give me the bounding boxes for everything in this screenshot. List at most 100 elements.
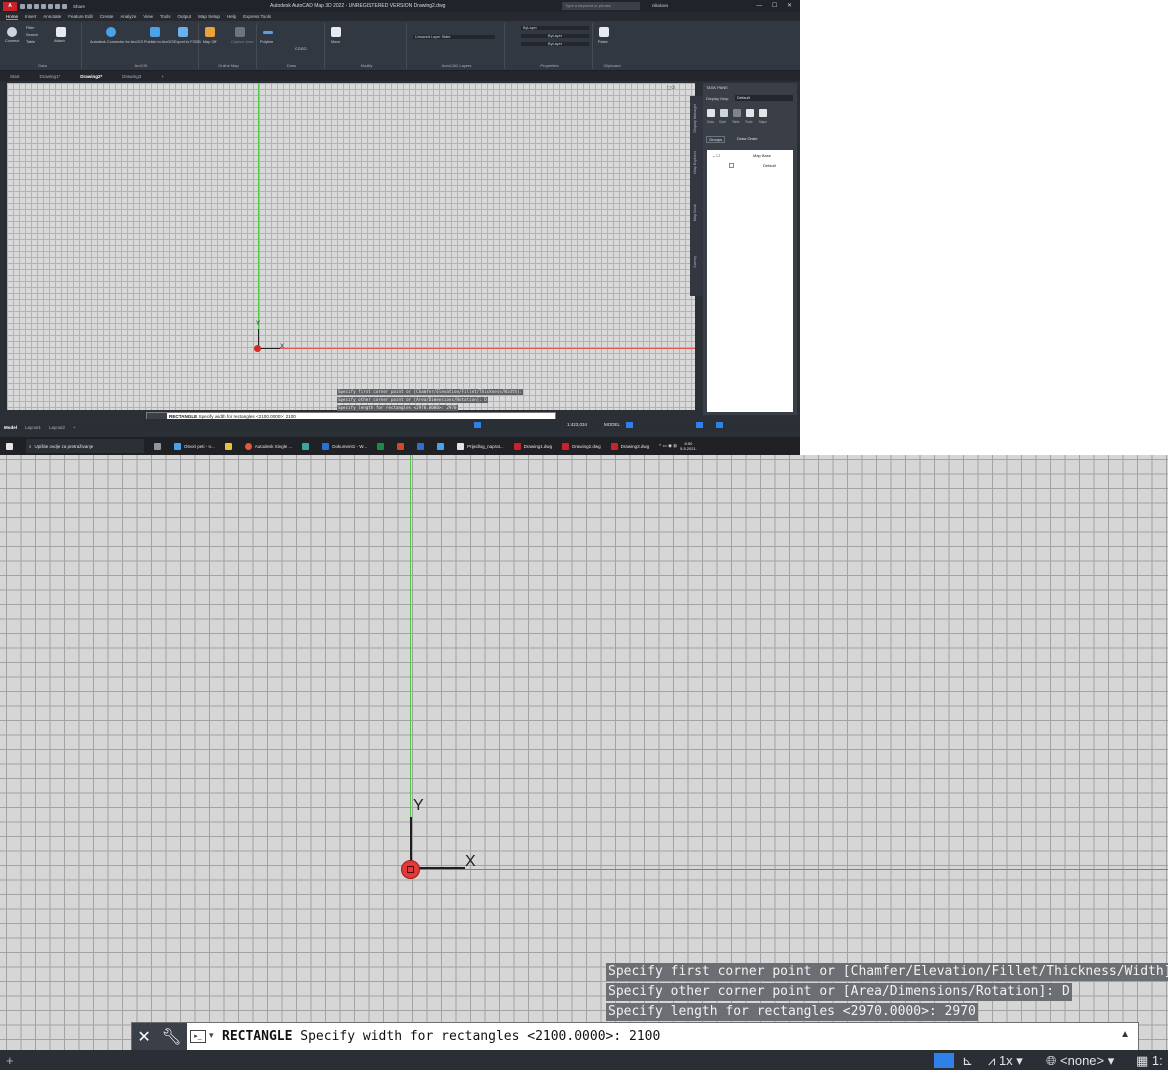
publish-arcgis-button[interactable]: Publish to ArcGIS <box>144 40 174 44</box>
drawing-canvas-overview[interactable]: Y X ◻⊙ <box>7 83 695 410</box>
linetype-dropdown[interactable]: ByLayer <box>521 42 589 46</box>
scale-readout[interactable]: 1:423,034 <box>567 422 587 427</box>
taskbar-app-5[interactable]: Drawing1.dwg <box>513 442 552 450</box>
arcgis-connector-icon[interactable] <box>106 27 116 37</box>
add-layout-icon[interactable]: + <box>6 1053 14 1068</box>
groups-button[interactable]: Groups <box>706 136 726 143</box>
arcgis-connector-button[interactable]: Autodesk Connector for ArcGIS <box>90 40 143 44</box>
new-icon[interactable] <box>20 3 25 9</box>
table-tool-icon[interactable] <box>733 109 741 117</box>
polyline-icon[interactable] <box>263 31 273 34</box>
polar-toggle-icon[interactable] <box>716 422 723 428</box>
calculator-icon[interactable] <box>302 442 312 450</box>
maps-tool-icon[interactable] <box>759 109 767 117</box>
drawing-canvas-zoomed[interactable]: Y X Specify first corner point or [Chamf… <box>0 455 1168 1070</box>
tab-model[interactable]: Model <box>0 425 21 430</box>
undo-icon[interactable] <box>55 3 60 9</box>
annotation-scale[interactable]: ⩘ 1x ▾ <box>988 1053 1023 1069</box>
side-tab-display-manager[interactable]: Display Manager <box>693 104 697 133</box>
tab-drawing1[interactable]: Drawing1* <box>30 74 71 79</box>
task-view-icon[interactable] <box>154 442 164 450</box>
add-layout-icon[interactable]: + <box>69 425 80 430</box>
filter-button[interactable]: Filter <box>26 26 34 30</box>
connect-button[interactable]: Connect <box>5 39 19 43</box>
outlook-icon[interactable] <box>417 442 427 450</box>
redo-icon[interactable] <box>62 3 67 9</box>
snap-toggle-icon[interactable] <box>626 422 633 428</box>
user-account[interactable]: nikolavs <box>652 3 668 8</box>
ortho-toggle-icon[interactable] <box>696 422 703 428</box>
layer-state-dropdown[interactable]: Unsaved Layer State <box>413 35 495 39</box>
search-button[interactable]: Search <box>26 33 38 37</box>
command-recent-icon[interactable]: ▸_ <box>190 1030 206 1043</box>
save-icon[interactable] <box>34 3 39 9</box>
command-line[interactable]: ✕ 🔧︎ ▸_ ▾ RECTANGLE Specify width for re… <box>131 1022 1139 1052</box>
capture-area-icon[interactable] <box>235 27 245 37</box>
windows-start-icon[interactable] <box>6 442 16 450</box>
command-dropdown-icon[interactable]: ▾ <box>209 1030 214 1041</box>
tab-analyze[interactable]: Analyze <box>120 14 136 19</box>
close-icon[interactable]: ✕ <box>137 1027 150 1047</box>
window-controls[interactable]: — ☐ ✕ <box>756 2 796 9</box>
connect-icon[interactable] <box>7 27 17 37</box>
powerpoint-icon[interactable] <box>397 442 407 450</box>
tree-expand-icon[interactable]: ⌄ ☐ <box>712 153 720 158</box>
tab-tools[interactable]: Tools <box>160 14 171 19</box>
polyline-button[interactable]: Polyline <box>260 40 273 44</box>
help-search-input[interactable]: Type a keyword or phrase <box>562 2 640 10</box>
taskbar-app-1[interactable]: Otvori peti - n... <box>174 442 215 450</box>
taskbar-app-2[interactable]: Autodesk Single ... <box>244 442 292 450</box>
attach-button[interactable]: Attach <box>54 39 65 43</box>
cogo-button[interactable]: COGO <box>295 47 307 51</box>
share-button[interactable]: Share <box>73 4 85 9</box>
move-icon[interactable] <box>331 27 341 37</box>
new-tab-icon[interactable]: + <box>151 74 174 79</box>
customize-wrench-icon[interactable]: 🔧︎ <box>161 1027 181 1047</box>
lineweight-dropdown[interactable]: ByLayer <box>521 34 589 38</box>
tools-tool-icon[interactable] <box>746 109 754 117</box>
taskbar-app-7[interactable]: Drawing3.dwg <box>610 442 649 450</box>
attach-icon[interactable] <box>56 27 66 37</box>
tab-create[interactable]: Create <box>100 14 114 19</box>
color-dropdown[interactable]: ByLayer <box>521 26 589 30</box>
model-space-toggle[interactable]: MODEL <box>604 422 620 427</box>
taskbar-clock[interactable]: 8:50 5.5.2021. <box>680 441 697 451</box>
data-tool-icon[interactable] <box>707 109 715 117</box>
command-input-value[interactable]: 2100 <box>629 1029 660 1044</box>
tab-feature-edit[interactable]: Feature Edit <box>68 14 93 19</box>
map-off-icon[interactable] <box>205 27 215 37</box>
autocad-logo-icon[interactable]: A <box>3 1 17 11</box>
tab-view[interactable]: View <box>143 14 153 19</box>
system-tray-icons[interactable]: ^ ▭ ◉ ◍ <box>659 443 677 449</box>
tab-help[interactable]: Help <box>227 14 236 19</box>
app-icon[interactable] <box>437 442 447 450</box>
draw-order-button[interactable]: Draw Order <box>737 136 758 141</box>
tab-map-setup[interactable]: Map Setup <box>198 14 220 19</box>
viewport-scale-fragment[interactable]: ▦ 1: <box>1136 1053 1163 1069</box>
excel-icon[interactable] <box>377 442 387 450</box>
tab-express-tools[interactable]: Express Tools <box>243 14 271 19</box>
tab-drawing3[interactable]: Drawing3 <box>112 74 151 79</box>
grid-toggle-icon[interactable] <box>934 1053 954 1068</box>
paste-icon[interactable] <box>599 27 609 37</box>
taskbar-app-3[interactable]: Dokument1 - W... <box>322 442 367 450</box>
style-tool-icon[interactable] <box>720 109 728 117</box>
command-history-toggle-icon[interactable]: ▲ <box>1120 1029 1130 1040</box>
side-tab-map-book[interactable]: Map Book <box>693 204 697 221</box>
taskbar-app-6[interactable]: Drawing2.dwg <box>562 442 601 450</box>
tab-layout2[interactable]: Layout2 <box>45 425 69 430</box>
coordinate-system[interactable]: 🌐︎ <none> ▾ <box>1046 1053 1114 1069</box>
file-explorer-icon[interactable] <box>224 442 235 450</box>
move-button[interactable]: Move <box>331 40 340 44</box>
publish-arcgis-icon[interactable] <box>150 27 160 37</box>
plot-icon[interactable] <box>48 3 53 9</box>
side-tab-survey[interactable]: Survey <box>693 256 697 268</box>
map-off-button[interactable]: Map Off <box>203 40 216 44</box>
tab-drawing2[interactable]: Drawing2* <box>70 74 112 79</box>
tab-home[interactable]: Home <box>6 14 19 20</box>
taskbar-app-4[interactable]: Prijedlog_naprat... <box>457 442 504 450</box>
tree-item-map-base[interactable]: Map Base <box>753 153 771 158</box>
export-fgdb-button[interactable]: Export to FGDB <box>174 40 201 44</box>
export-fgdb-icon[interactable] <box>178 27 188 37</box>
save-as-icon[interactable] <box>41 3 46 9</box>
